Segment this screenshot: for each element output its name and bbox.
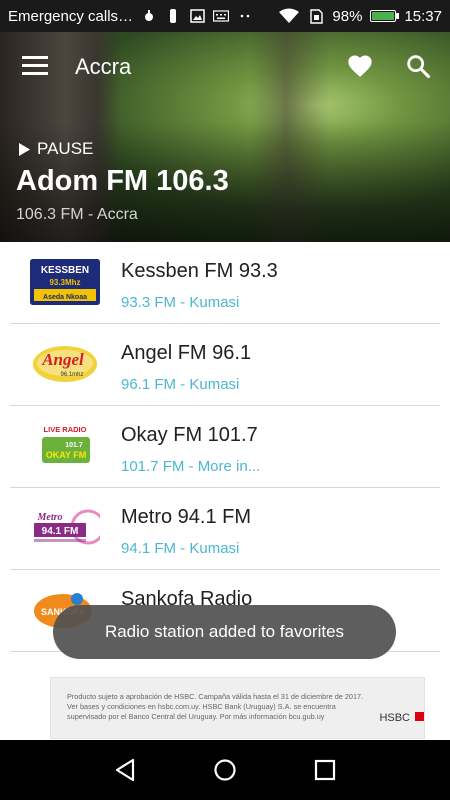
station-detail: 101.7 FM - More in... <box>121 458 261 475</box>
now-playing-subtitle: 106.3 FM - Accra <box>16 206 138 223</box>
logo-text: KESSBEN <box>41 265 89 276</box>
usb-debug-icon <box>141 8 157 24</box>
logo-sub: 94.1 FM <box>42 526 79 537</box>
system-navigation-bar <box>0 740 450 800</box>
status-left: Emergency calls… <box>8 8 253 25</box>
station-name: Kessben FM 93.3 <box>121 260 278 282</box>
logo-tag: Aseda Nkoaa <box>43 294 87 301</box>
usb-icon <box>165 8 181 24</box>
station-list: KESSBEN 93.3Mhz Aseda Nkoaa Kessben FM 9… <box>0 242 450 652</box>
station-logo-metro: Metro 94.1 FM <box>30 505 100 551</box>
logo-text: LIVE RADIO <box>44 425 87 434</box>
list-item[interactable]: Angel 96.1mhz Angel FM 96.1 96.1 FM - Ku… <box>0 324 450 406</box>
keyboard-icon <box>213 8 230 24</box>
station-detail: 93.3 FM - Kumasi <box>121 294 240 311</box>
menu-icon[interactable] <box>22 56 48 76</box>
ad-banner[interactable]: Producto sujeto a aprobación de HSBC. Ca… <box>50 677 425 739</box>
logo-sub: 101.7 <box>65 442 83 449</box>
search-icon[interactable] <box>404 52 432 80</box>
home-icon[interactable] <box>211 756 239 784</box>
list-item[interactable]: Metro 94.1 FM Metro 94.1 FM 94.1 FM - Ku… <box>0 488 450 570</box>
clock: 15:37 <box>404 7 442 25</box>
station-logo-okay: LIVE RADIO 101.7 OKAY FM <box>30 423 100 469</box>
ad-brand: HSBC <box>379 712 410 724</box>
logo-text: Angel <box>41 350 84 369</box>
station-logo-kessben: KESSBEN 93.3Mhz Aseda Nkoaa <box>30 259 100 305</box>
hsbc-logo-icon <box>415 712 424 721</box>
sim-icon <box>308 8 324 24</box>
list-item[interactable]: LIVE RADIO 101.7 OKAY FM Okay FM 101.7 1… <box>0 406 450 488</box>
status-right: 98% 15:37 <box>278 8 442 25</box>
list-item[interactable]: KESSBEN 93.3Mhz Aseda Nkoaa Kessben FM 9… <box>0 242 450 324</box>
more-dots-icon <box>237 8 253 24</box>
play-icon <box>19 142 30 156</box>
notification-text: Emergency calls… <box>8 7 134 25</box>
location-title: Accra <box>75 54 132 79</box>
station-name: Metro 94.1 FM <box>121 506 252 528</box>
back-icon[interactable] <box>111 756 139 784</box>
toolbar: Accra <box>0 32 450 102</box>
now-playing-title: Adom FM 106.3 <box>16 165 229 197</box>
play-pause-button[interactable]: PAUSE <box>18 139 93 159</box>
now-playing-header[interactable]: Accra PAUSE Adom FM 106.3 106.3 FM - Acc… <box>0 32 450 242</box>
station-detail: 96.1 FM - Kumasi <box>121 376 240 393</box>
image-icon <box>189 8 205 24</box>
logo-tag: OKAY FM <box>46 450 87 460</box>
logo-sub: 93.3Mhz <box>49 278 80 287</box>
favorite-heart-icon[interactable] <box>346 52 374 80</box>
battery-percent: 98% <box>332 7 363 25</box>
recents-icon[interactable] <box>311 756 339 784</box>
play-state-label: PAUSE <box>37 139 94 158</box>
logo-sub: 96.1mhz <box>60 372 83 378</box>
wifi-icon <box>278 8 300 24</box>
toast-message: Radio station added to favorites <box>53 605 396 659</box>
station-name: Okay FM 101.7 <box>121 424 258 446</box>
station-name: Angel FM 96.1 <box>121 342 252 364</box>
ad-text: Producto sujeto a aprobación de HSBC. Ca… <box>67 692 364 721</box>
station-detail: 94.1 FM - Kumasi <box>121 540 240 557</box>
status-bar: Emergency calls… 98% 15:37 <box>0 0 450 32</box>
station-logo-angel: Angel 96.1mhz <box>30 341 100 387</box>
battery-icon <box>370 10 400 22</box>
logo-text: Metro <box>37 512 63 523</box>
